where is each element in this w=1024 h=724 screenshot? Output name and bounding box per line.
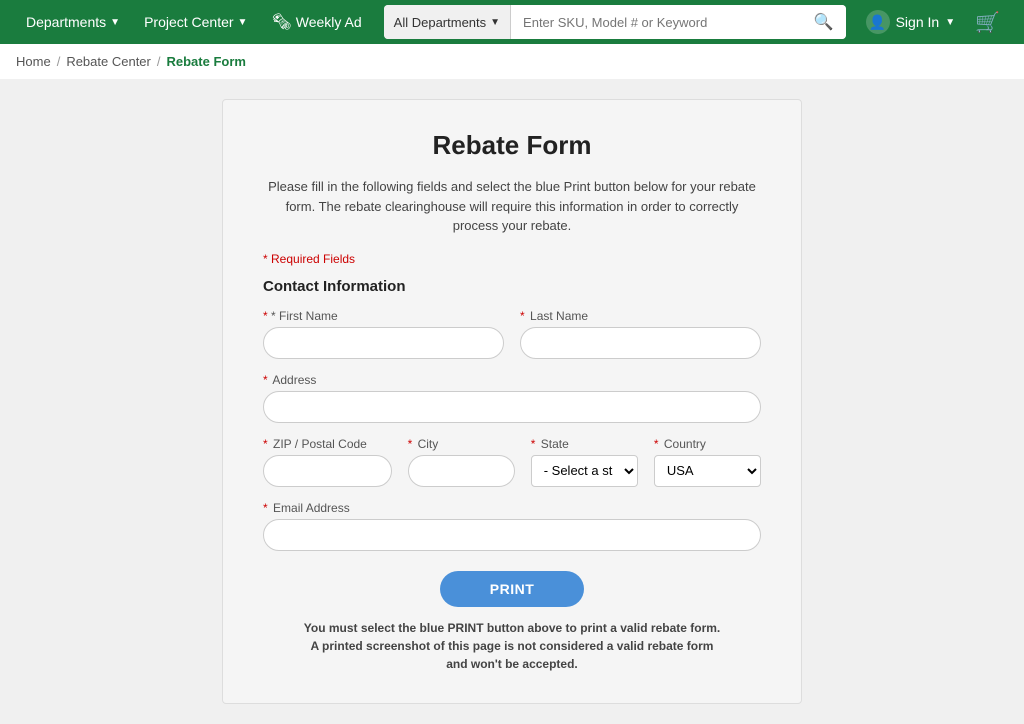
city-input[interactable] bbox=[408, 455, 515, 487]
first-name-required-star: * bbox=[263, 309, 268, 323]
state-required-star: * bbox=[531, 437, 536, 451]
zip-input[interactable] bbox=[263, 455, 392, 487]
first-name-group: * * First Name bbox=[263, 309, 504, 359]
state-group: * State - Select a state - AL AK AZ CA C… bbox=[531, 437, 638, 487]
address-input[interactable] bbox=[263, 391, 761, 423]
sign-in-label: Sign In bbox=[896, 14, 940, 30]
project-center-chevron-icon: ▼ bbox=[238, 17, 248, 28]
city-group: * City bbox=[408, 437, 515, 487]
nav-right: 👤 Sign In ▼ 🛒 bbox=[858, 4, 1008, 41]
last-name-required-star: * bbox=[520, 309, 525, 323]
zip-group: * ZIP / Postal Code bbox=[263, 437, 392, 487]
email-label: * Email Address bbox=[263, 501, 761, 515]
cart-button[interactable]: 🛒 bbox=[967, 4, 1008, 41]
dept-chevron-icon: ▼ bbox=[490, 17, 500, 28]
top-navigation: Departments ▼ Project Center ▼ 🗞 Weekly … bbox=[0, 0, 1024, 44]
state-select[interactable]: - Select a state - AL AK AZ CA CO FL TX bbox=[531, 455, 638, 487]
search-bar: All Departments ▼ 🔍 bbox=[384, 5, 846, 39]
print-button[interactable]: PRINT bbox=[440, 571, 585, 607]
email-required-star: * bbox=[263, 501, 268, 515]
location-row: * ZIP / Postal Code * City * State - bbox=[263, 437, 761, 487]
first-name-input[interactable] bbox=[263, 327, 504, 359]
departments-label: Departments bbox=[26, 14, 106, 30]
main-content: Rebate Form Please fill in the following… bbox=[0, 79, 1024, 724]
last-name-label: * Last Name bbox=[520, 309, 761, 323]
address-row: * Address bbox=[263, 373, 761, 423]
search-input[interactable] bbox=[511, 5, 802, 39]
zip-required-star: * bbox=[263, 437, 268, 451]
sign-in-button[interactable]: 👤 Sign In ▼ bbox=[858, 4, 964, 40]
country-group: * Country USA Canada bbox=[654, 437, 761, 487]
form-title: Rebate Form bbox=[263, 130, 761, 161]
departments-chevron-icon: ▼ bbox=[110, 17, 120, 28]
address-required-star: * bbox=[263, 373, 268, 387]
last-name-input[interactable] bbox=[520, 327, 761, 359]
email-input[interactable] bbox=[263, 519, 761, 551]
weekly-ad-menu[interactable]: 🗞 Weekly Ad bbox=[261, 4, 371, 40]
contact-info-section-title: Contact Information bbox=[263, 278, 761, 295]
print-note: You must select the blue PRINT button ab… bbox=[302, 619, 722, 673]
address-label: * Address bbox=[263, 373, 761, 387]
state-label: * State bbox=[531, 437, 638, 451]
breadcrumb: Home / Rebate Center / Rebate Form bbox=[0, 44, 1024, 79]
address-group: * Address bbox=[263, 373, 761, 423]
weekly-ad-label: Weekly Ad bbox=[296, 14, 362, 30]
search-button[interactable]: 🔍 bbox=[802, 5, 846, 39]
departments-menu[interactable]: Departments ▼ bbox=[16, 6, 130, 38]
newspaper-icon: 🗞 bbox=[271, 12, 291, 32]
last-name-group: * Last Name bbox=[520, 309, 761, 359]
breadcrumb-current: Rebate Form bbox=[167, 54, 246, 69]
user-icon: 👤 bbox=[866, 10, 890, 34]
project-center-label: Project Center bbox=[144, 14, 233, 30]
breadcrumb-rebate-center[interactable]: Rebate Center bbox=[66, 54, 151, 69]
first-name-label: * * First Name bbox=[263, 309, 504, 323]
city-label: * City bbox=[408, 437, 515, 451]
country-required-star: * bbox=[654, 437, 659, 451]
zip-label: * ZIP / Postal Code bbox=[263, 437, 392, 451]
breadcrumb-sep-1: / bbox=[57, 54, 61, 69]
rebate-form-container: Rebate Form Please fill in the following… bbox=[222, 99, 802, 704]
search-department-selector[interactable]: All Departments ▼ bbox=[384, 5, 511, 39]
breadcrumb-home[interactable]: Home bbox=[16, 54, 51, 69]
form-description: Please fill in the following fields and … bbox=[263, 177, 761, 236]
breadcrumb-sep-2: / bbox=[157, 54, 161, 69]
country-select[interactable]: USA Canada bbox=[654, 455, 761, 487]
city-required-star: * bbox=[408, 437, 413, 451]
sign-in-chevron-icon: ▼ bbox=[945, 17, 955, 28]
country-label: * Country bbox=[654, 437, 761, 451]
email-row: * Email Address bbox=[263, 501, 761, 551]
search-dept-label: All Departments bbox=[394, 15, 486, 30]
project-center-menu[interactable]: Project Center ▼ bbox=[134, 6, 257, 38]
name-row: * * First Name * Last Name bbox=[263, 309, 761, 359]
email-group: * Email Address bbox=[263, 501, 761, 551]
required-note: * Required Fields bbox=[263, 252, 761, 266]
